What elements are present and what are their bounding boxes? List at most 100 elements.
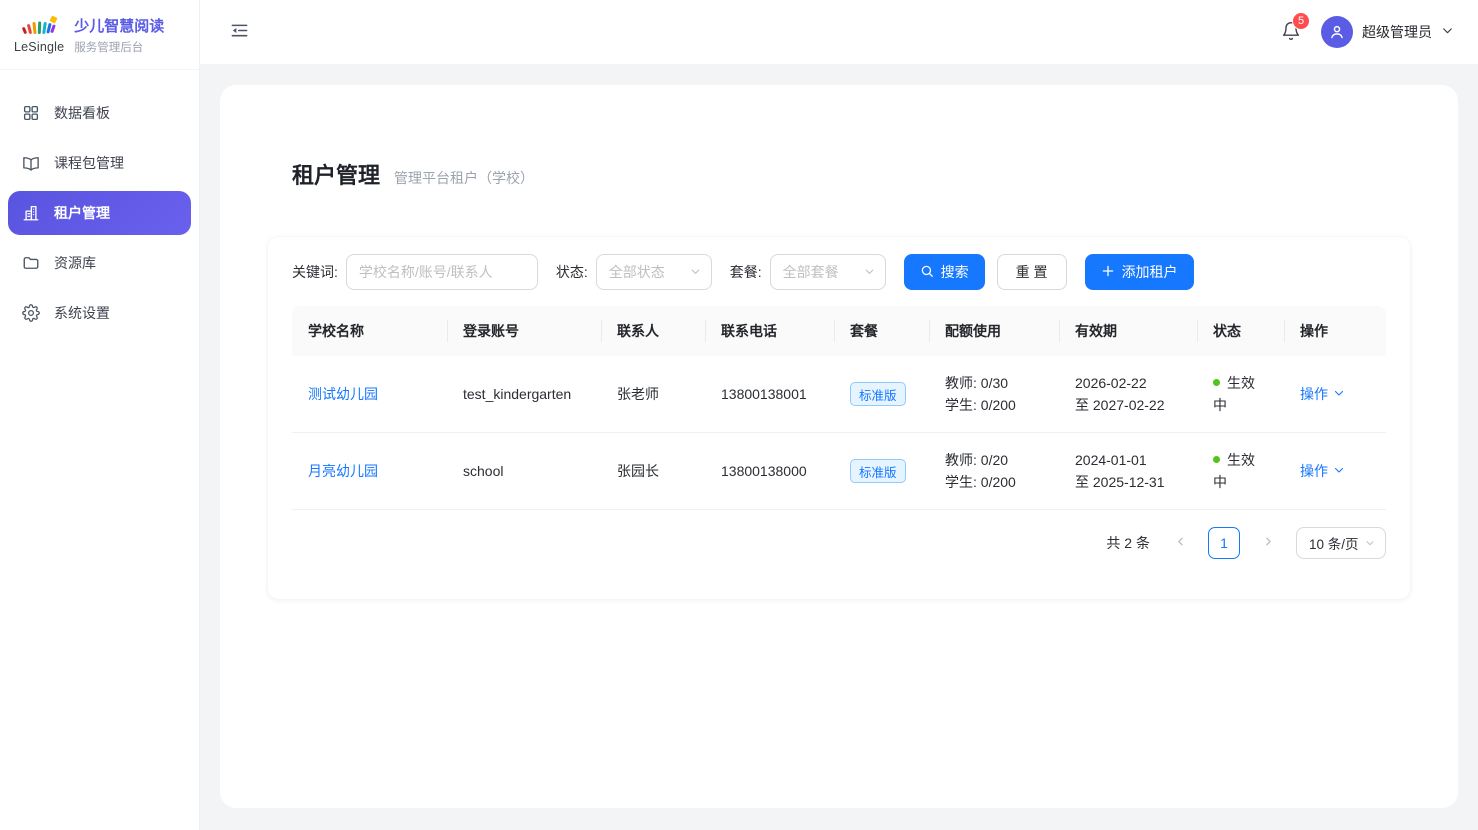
- notifications-button[interactable]: 5: [1279, 19, 1303, 46]
- sidebar-item-dashboard[interactable]: 数据看板: [0, 88, 199, 138]
- column-header-quota: 配额使用: [929, 306, 1059, 356]
- chevron-down-icon: [1441, 24, 1454, 40]
- sidebar-menu: 数据看板 课程包管理: [0, 70, 199, 356]
- column-header-account: 登录账号: [447, 306, 601, 356]
- school-name-link[interactable]: 月亮幼儿园: [308, 461, 378, 481]
- plus-icon: [1101, 264, 1115, 281]
- user-name: 超级管理员: [1362, 22, 1432, 42]
- tenant-icon: [22, 204, 40, 222]
- content-area: 租户管理 管理平台租户（学校） 关键词: 状态: 全部状态: [200, 64, 1478, 830]
- sidebar-item-tenant[interactable]: 租户管理: [8, 191, 191, 235]
- sidebar: LeSingle 少儿智慧阅读 服务管理后台 数据看板: [0, 0, 200, 830]
- topbar-right: 5 超级管理员: [1279, 16, 1454, 48]
- main-area: 5 超级管理员: [200, 0, 1478, 830]
- action-label: 操作: [1300, 384, 1328, 404]
- validity-cell: 2024-01-01 至 2025-12-31: [1059, 433, 1197, 509]
- page-size-value: 10 条/页: [1309, 533, 1359, 553]
- brand-logo: LeSingle: [14, 16, 64, 54]
- validity-cell: 2026-02-22 至 2027-02-22: [1059, 356, 1197, 432]
- brand-text: 少儿智慧阅读 服务管理后台: [74, 15, 164, 55]
- chevron-right-icon: [1262, 535, 1275, 551]
- contact-cell: 张老师: [601, 356, 705, 432]
- next-page-button[interactable]: [1254, 529, 1282, 557]
- column-header-phone: 联系电话: [705, 306, 834, 356]
- lesingle-logo-icon: [20, 16, 58, 40]
- column-header-action: 操作: [1284, 306, 1386, 356]
- valid-to: 至 2027-02-22: [1075, 394, 1165, 416]
- brand: LeSingle 少儿智慧阅读 服务管理后台: [0, 0, 199, 70]
- add-tenant-button-label: 添加租户: [1122, 262, 1178, 282]
- chevron-left-icon: [1174, 535, 1187, 551]
- brand-logo-word: LeSingle: [14, 41, 64, 54]
- status-cell: 生效中: [1197, 356, 1284, 432]
- pagination-total: 共 2 条: [1106, 533, 1150, 553]
- settings-icon: [22, 304, 40, 322]
- contact-cell: 张园长: [601, 433, 705, 509]
- sidebar-item-settings[interactable]: 系统设置: [0, 288, 199, 338]
- reset-button-label: 重 置: [1016, 262, 1048, 282]
- sidebar-item-label: 数据看板: [54, 103, 110, 123]
- page-number-button[interactable]: 1: [1208, 527, 1240, 559]
- phone-cell: 13800138001: [705, 356, 834, 432]
- column-header-validity: 有效期: [1059, 306, 1197, 356]
- column-header-contact: 联系人: [601, 306, 705, 356]
- tenant-panel: 关键词: 状态: 全部状态 套餐: 全部套餐: [268, 237, 1410, 599]
- quota-teacher: 教师: 0/20: [945, 449, 1008, 471]
- user-menu[interactable]: 超级管理员: [1321, 16, 1454, 48]
- status-select[interactable]: 全部状态: [596, 254, 712, 290]
- package-select-value: 全部套餐: [783, 262, 839, 282]
- reset-button[interactable]: 重 置: [997, 254, 1067, 290]
- brand-title: 少儿智慧阅读: [74, 15, 164, 36]
- status-select-value: 全部状态: [609, 262, 665, 282]
- package-tag: 标准版: [850, 382, 906, 406]
- package-tag: 标准版: [850, 459, 906, 483]
- sidebar-item-label: 资源库: [54, 253, 96, 273]
- chevron-down-icon: [1333, 463, 1345, 479]
- page-head: 租户管理 管理平台租户（学校）: [292, 158, 1386, 190]
- status-cell: 生效中: [1197, 433, 1284, 509]
- avatar: [1321, 16, 1353, 48]
- page-subtitle: 管理平台租户（学校）: [394, 168, 534, 188]
- tenant-table: 学校名称 登录账号 联系人 联系电话 套餐 配额使用 有效期 状态 操作 测试幼…: [292, 306, 1386, 510]
- pagination: 共 2 条 1 10 条/页: [292, 527, 1386, 559]
- table-row: 月亮幼儿园 school 张园长 13800138000 标准版 教师: 0/2…: [292, 433, 1386, 510]
- keyword-input[interactable]: [346, 254, 538, 290]
- action-label: 操作: [1300, 461, 1328, 481]
- valid-to: 至 2025-12-31: [1075, 471, 1165, 493]
- search-icon: [920, 264, 934, 281]
- school-name-link[interactable]: 测试幼儿园: [308, 384, 378, 404]
- filter-bar: 关键词: 状态: 全部状态 套餐: 全部套餐: [292, 254, 1386, 290]
- valid-from: 2024-01-01: [1075, 449, 1147, 471]
- page-title: 租户管理: [292, 158, 380, 190]
- chevron-down-icon: [1333, 386, 1345, 402]
- row-action-dropdown[interactable]: 操作: [1300, 384, 1345, 404]
- search-button-label: 搜索: [941, 262, 969, 282]
- search-button[interactable]: 搜索: [904, 254, 985, 290]
- quota-teacher: 教师: 0/30: [945, 372, 1008, 394]
- collapse-sidebar-button[interactable]: [226, 17, 253, 47]
- row-action-dropdown[interactable]: 操作: [1300, 461, 1345, 481]
- sidebar-item-label: 课程包管理: [54, 153, 124, 173]
- page-size-select[interactable]: 10 条/页: [1296, 527, 1386, 559]
- column-header-school: 学校名称: [292, 306, 447, 356]
- status-label: 状态:: [556, 262, 588, 282]
- brand-subtitle: 服务管理后台: [74, 39, 164, 55]
- sidebar-item-label: 系统设置: [54, 303, 110, 323]
- account-cell: test_kindergarten: [447, 356, 601, 432]
- status-dot: [1213, 379, 1220, 386]
- chevron-down-icon: [690, 264, 701, 280]
- package-label: 套餐:: [730, 262, 762, 282]
- quota-student: 学生: 0/200: [945, 471, 1016, 493]
- package-select[interactable]: 全部套餐: [770, 254, 886, 290]
- collapse-sidebar-icon: [230, 21, 249, 43]
- notification-badge: 5: [1292, 12, 1310, 30]
- column-header-package: 套餐: [834, 306, 929, 356]
- sidebar-item-course-package[interactable]: 课程包管理: [0, 138, 199, 188]
- topbar: 5 超级管理员: [200, 0, 1478, 64]
- add-tenant-button[interactable]: 添加租户: [1085, 254, 1194, 290]
- chevron-down-icon: [864, 264, 875, 280]
- sidebar-item-label: 租户管理: [54, 203, 110, 223]
- prev-page-button[interactable]: [1166, 529, 1194, 557]
- page-card: 租户管理 管理平台租户（学校） 关键词: 状态: 全部状态: [220, 85, 1458, 808]
- sidebar-item-resource-library[interactable]: 资源库: [0, 238, 199, 288]
